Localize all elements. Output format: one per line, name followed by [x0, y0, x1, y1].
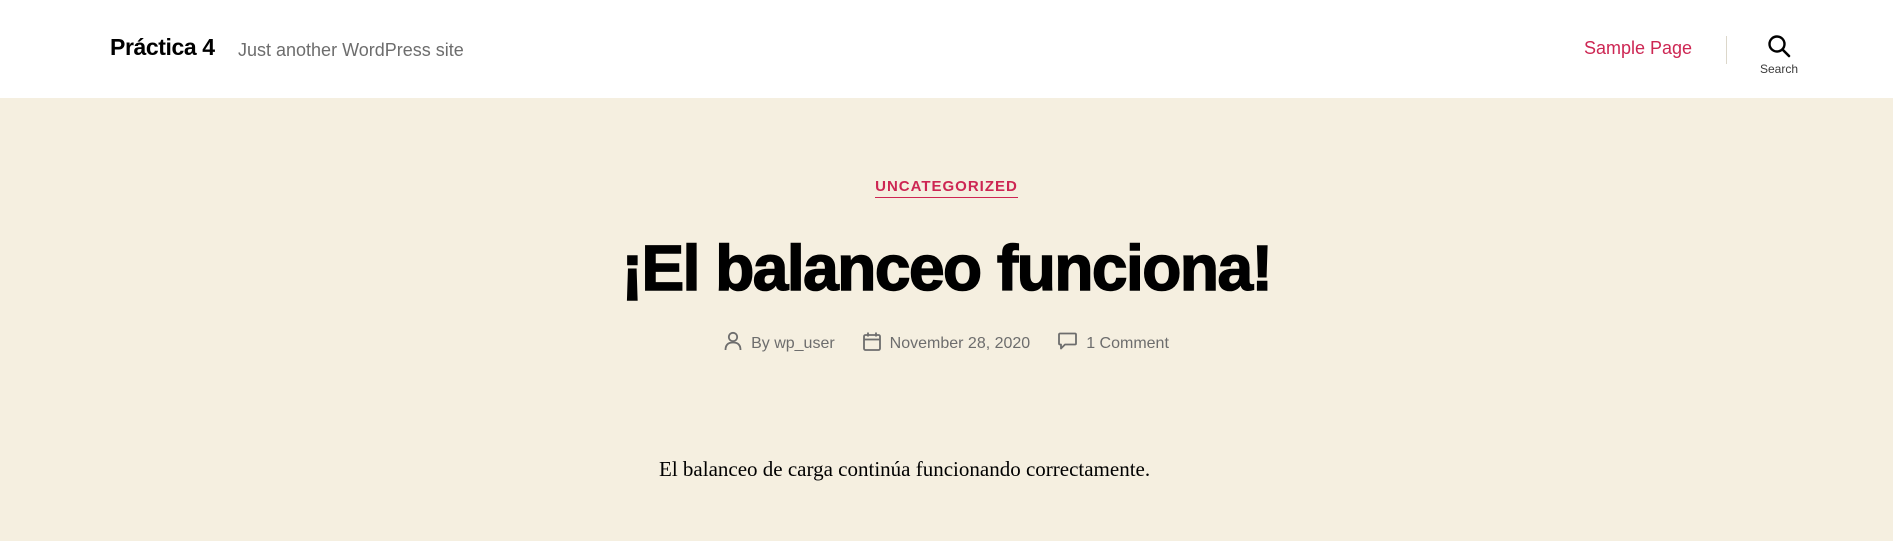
- comment-icon: [1058, 332, 1086, 355]
- user-icon: [724, 331, 751, 356]
- search-label: Search: [1759, 62, 1799, 76]
- post-comments: 1 Comment: [1058, 332, 1169, 355]
- site-description: Just another WordPress site: [238, 40, 464, 60]
- category-link[interactable]: UNCATEGORIZED: [875, 178, 1018, 198]
- post-date: November 28, 2020: [862, 332, 1031, 356]
- post-title: ¡El balanceo funciona!: [621, 231, 1274, 305]
- site-title[interactable]: Práctica 4: [110, 34, 215, 61]
- nav-item-sample-page[interactable]: Sample Page: [1584, 38, 1692, 59]
- search-icon: [1750, 34, 1808, 58]
- post-meta: By wp_user November 28, 2020 1 Comment: [0, 331, 1893, 356]
- search-button[interactable]: Search: [1750, 34, 1808, 84]
- site-header: Práctica 4 Just another WordPress site S…: [0, 0, 1893, 98]
- date-link[interactable]: November 28, 2020: [890, 335, 1031, 353]
- author-link[interactable]: By wp_user: [751, 335, 835, 353]
- post-category: UNCATEGORIZED: [0, 178, 1893, 198]
- post-author: By wp_user: [724, 331, 835, 356]
- calendar-icon: [862, 332, 890, 356]
- comments-link[interactable]: 1 Comment: [1086, 335, 1169, 353]
- nav-divider: [1726, 36, 1727, 64]
- post-content: El balanceo de carga continúa funcionand…: [659, 457, 1151, 481]
